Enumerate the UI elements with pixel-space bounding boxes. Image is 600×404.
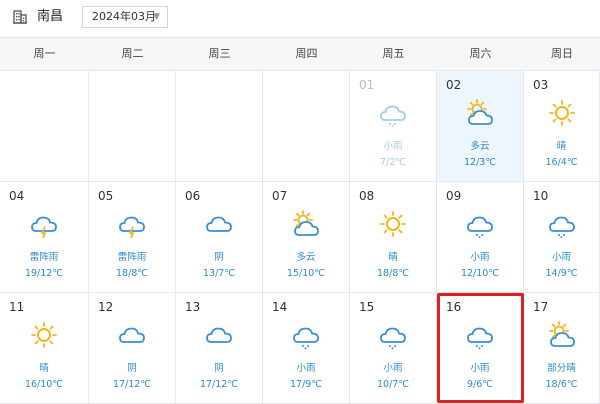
day-number: 13: [185, 300, 201, 314]
light-rain-icon: [380, 327, 406, 349]
partly-cloudy-icon: [467, 99, 493, 125]
day-number: 02: [446, 78, 462, 92]
weather-description: 阴: [214, 363, 224, 374]
thunderstorm-icon: [31, 216, 57, 238]
day-number: 10: [533, 189, 549, 203]
calendar-day-cell[interactable]: 17 部分晴 18/6℃: [524, 293, 600, 404]
weekday-label: 周四: [295, 47, 318, 60]
weather-description: 晴: [39, 363, 49, 374]
calendar-day-cell[interactable]: 02 多云 12/3℃: [437, 71, 524, 182]
weekday-label: 周五: [382, 47, 405, 60]
weather-description: 小雨: [551, 252, 571, 263]
calendar-day-cell[interactable]: 15 小雨 10/7℃: [350, 293, 437, 404]
overcast-icon: [206, 216, 232, 232]
sunny-icon: [31, 322, 57, 348]
temperature-range: 7/2℃: [380, 157, 406, 168]
temperature-range: 18/6℃: [545, 379, 578, 390]
calendar-day-cell[interactable]: 10 小雨 14/9℃: [524, 182, 600, 293]
calendar-day-cell[interactable]: 14 小雨 17/9℃: [263, 293, 350, 404]
calendar-empty-cell: [89, 71, 176, 182]
partly-cloudy-icon: [293, 210, 319, 236]
calendar-day-cell[interactable]: 06 阴 13/7℃: [176, 182, 263, 293]
calendar-day-cell[interactable]: 13 阴 17/12℃: [176, 293, 263, 404]
temperature-range: 10/7℃: [376, 379, 409, 390]
day-number: 17: [533, 300, 549, 314]
temperature-range: 14/9℃: [545, 268, 578, 279]
top-bar: 南昌 2024年03月 ▼: [0, 0, 600, 37]
building-icon: [13, 10, 27, 24]
weather-description: 雷阵雨: [117, 252, 147, 263]
weather-description: 小雨: [470, 252, 490, 263]
temperature-range: 16/10℃: [24, 379, 64, 390]
light-rain-icon: [293, 327, 319, 349]
weather-description: 雷阵雨: [29, 252, 59, 263]
weather-description: 晴: [388, 252, 398, 263]
thunderstorm-icon: [119, 216, 145, 238]
day-number: 06: [185, 189, 201, 203]
month-value: 2024年03月: [92, 10, 156, 23]
overcast-icon: [119, 327, 145, 343]
weekday-label: 周一: [33, 47, 56, 60]
day-number: 11: [9, 300, 25, 314]
weather-description: 小雨: [383, 363, 403, 374]
day-number: 05: [98, 189, 114, 203]
calendar-day-cell[interactable]: 11 晴 16/10℃: [0, 293, 89, 404]
overcast-icon: [206, 327, 232, 343]
day-number: 01: [359, 78, 375, 92]
day-number: 14: [272, 300, 288, 314]
weekday-label: 周二: [121, 47, 144, 60]
calendar-day-cell[interactable]: 04 雷阵雨 19/12℃: [0, 182, 89, 293]
light-rain-icon: [467, 216, 493, 238]
day-number: 07: [272, 189, 288, 203]
weather-description: 部分晴: [547, 363, 576, 374]
calendar-day-cell[interactable]: 12 阴 17/12℃: [89, 293, 176, 404]
temperature-range: 18/8℃: [115, 268, 148, 279]
temperature-range: 16/4℃: [545, 157, 578, 168]
light-rain-icon: [380, 105, 406, 127]
temperature-range: 17/12℃: [199, 379, 239, 390]
partly-sunny-icon: [548, 321, 575, 347]
month-select[interactable]: 2024年03月 ▼: [82, 6, 168, 28]
calendar-empty-cell: [176, 71, 263, 182]
temperature-range: 12/10℃: [460, 268, 500, 279]
temperature-range: 17/9℃: [289, 379, 322, 390]
day-number: 12: [98, 300, 114, 314]
calendar-day-cell[interactable]: 09 小雨 12/10℃: [437, 182, 524, 293]
calendar-day-cell[interactable]: 07 多云 15/10℃: [263, 182, 350, 293]
weekday-header: 周一 周二 周三 周四 周五 周六 周日: [0, 37, 600, 71]
light-rain-icon: [548, 216, 575, 238]
weekday-label: 周六: [469, 47, 492, 60]
calendar-empty-cell: [0, 71, 89, 182]
calendar-day-cell[interactable]: 08 晴 18/8℃: [350, 182, 437, 293]
day-number: 15: [359, 300, 375, 314]
calendar-empty-cell: [263, 71, 350, 182]
weather-description: 小雨: [383, 141, 403, 152]
temperature-range: 18/8℃: [376, 268, 409, 279]
calendar-day-cell[interactable]: 01 小雨 7/2℃: [350, 71, 437, 182]
calendar-day-cell[interactable]: 03 晴 16/4℃: [524, 71, 600, 182]
day-number: 08: [359, 189, 375, 203]
temperature-range: 15/10℃: [286, 268, 326, 279]
temperature-range: 19/12℃: [24, 268, 64, 279]
weather-description: 多云: [470, 141, 490, 152]
weekday-label: 周日: [551, 47, 573, 60]
day-number: 03: [533, 78, 549, 92]
temperature-range: 13/7℃: [202, 268, 235, 279]
sunny-icon: [380, 211, 406, 237]
weather-description: 阴: [214, 252, 224, 263]
temperature-range: 12/3℃: [463, 157, 496, 168]
day-number: 09: [446, 189, 462, 203]
calendar-day-cell[interactable]: 05 雷阵雨 18/8℃: [89, 182, 176, 293]
day-number: 04: [9, 189, 25, 203]
weather-description: 晴: [556, 141, 567, 152]
temperature-range: 17/12℃: [112, 379, 152, 390]
city-name[interactable]: 南昌: [37, 9, 63, 25]
selected-day-highlight: [437, 293, 524, 403]
weather-description: 小雨: [296, 363, 316, 374]
weekday-label: 周三: [208, 47, 231, 60]
weather-description: 阴: [127, 363, 137, 374]
sunny-icon: [548, 100, 575, 126]
weather-description: 多云: [296, 252, 316, 263]
chevron-down-icon: ▼: [153, 12, 160, 22]
